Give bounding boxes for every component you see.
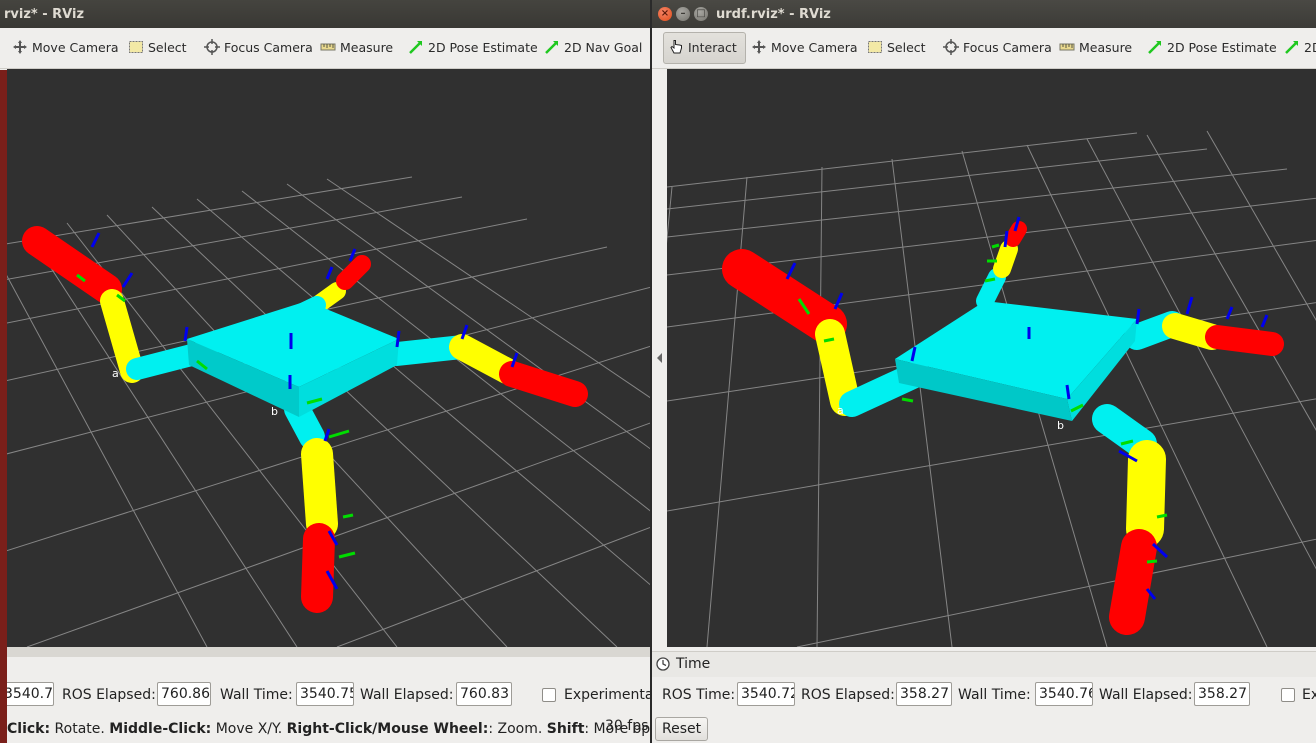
right-experimental-label: Ex bbox=[1302, 687, 1316, 703]
right-leg-a-upper bbox=[815, 319, 860, 416]
left-leg-d-upper bbox=[301, 438, 338, 540]
left-ros-time-field[interactable]: 3540.72 bbox=[0, 682, 54, 706]
left-leg-a-lower bbox=[22, 226, 122, 304]
right-select-tool[interactable]: Select bbox=[863, 36, 930, 60]
minimize-button[interactable]: – bbox=[676, 7, 690, 21]
right-ros-elapsed-label: ROS Elapsed: bbox=[801, 687, 895, 703]
right-ros-time-field[interactable]: 3540.72 bbox=[737, 682, 795, 706]
left-nav-goal-tool[interactable]: 2D Nav Goal bbox=[540, 36, 646, 60]
collapse-arrow-icon bbox=[657, 353, 662, 363]
hand-pointer-icon bbox=[670, 40, 682, 54]
left-measure-tool[interactable]: Measure bbox=[316, 36, 397, 60]
right-window-title: urdf.rviz* - RViz bbox=[716, 7, 831, 22]
left-splitter[interactable] bbox=[0, 647, 652, 657]
right-rviz-window: × – □ urdf.rviz* - RViz Interact Move Ca… bbox=[652, 0, 1316, 743]
right-toolbar: Interact Move Camera Select Focus Camera… bbox=[652, 28, 1316, 69]
left-select-tool[interactable]: Select bbox=[124, 36, 191, 60]
right-scene[interactable]: a b bbox=[652, 69, 1316, 648]
left-focus-camera-tool[interactable]: Focus Camera bbox=[200, 36, 317, 60]
right-dock-handle[interactable] bbox=[652, 69, 667, 647]
close-button[interactable]: × bbox=[658, 7, 672, 21]
left-leg-d-lower bbox=[301, 523, 335, 613]
select-icon bbox=[868, 41, 882, 53]
right-leg-d-lower bbox=[1109, 529, 1157, 635]
right-wall-time-label: Wall Time: bbox=[958, 687, 1031, 703]
right-frame-label-a: a bbox=[837, 404, 844, 417]
focus-camera-icon bbox=[204, 39, 220, 55]
right-ros-time-label: ROS Time: bbox=[662, 687, 736, 703]
green-arrow-icon bbox=[1285, 41, 1298, 54]
left-wall-elapsed-field[interactable]: 760.83 bbox=[456, 682, 512, 706]
left-window-title: rviz* - RViz bbox=[4, 7, 85, 22]
right-time-panel: ROS Time: 3540.72 ROS Elapsed: 358.27 Wa… bbox=[652, 677, 1316, 713]
select-icon bbox=[129, 41, 143, 53]
left-toolbar: Move Camera Select Focus Camera Measure … bbox=[0, 28, 652, 69]
green-arrow-icon bbox=[545, 41, 558, 54]
right-body bbox=[895, 301, 1137, 421]
left-titlebar[interactable]: rviz* - RViz bbox=[0, 0, 652, 28]
maximize-button[interactable]: □ bbox=[694, 7, 708, 21]
clock-icon bbox=[656, 657, 670, 671]
left-frame-label-a: a bbox=[112, 367, 119, 380]
left-leg-b-lower bbox=[336, 255, 371, 290]
right-experimental-checkbox[interactable] bbox=[1281, 688, 1295, 702]
right-interact-tool[interactable]: Interact bbox=[663, 32, 746, 64]
left-wall-time-field[interactable]: 3540.75 bbox=[296, 682, 354, 706]
ruler-icon bbox=[320, 43, 336, 51]
right-wall-elapsed-label: Wall Elapsed: bbox=[1099, 687, 1193, 703]
right-robot bbox=[722, 221, 1284, 635]
right-nav-goal-tool[interactable]: 2D bbox=[1280, 36, 1316, 60]
green-arrow-icon bbox=[409, 41, 422, 54]
left-ros-elapsed-label: ROS Elapsed: bbox=[62, 687, 156, 703]
right-wall-elapsed-field[interactable]: 358.27 bbox=[1194, 682, 1250, 706]
right-pose-estimate-tool[interactable]: 2D Pose Estimate bbox=[1143, 36, 1281, 60]
right-wall-time-field[interactable]: 3540.76 bbox=[1035, 682, 1093, 706]
left-scene[interactable]: a b bbox=[0, 69, 652, 648]
left-move-camera-tool[interactable]: Move Camera bbox=[8, 36, 123, 60]
left-leg-a-upper bbox=[100, 289, 144, 383]
left-rviz-window: rviz* - RViz Move Camera Select Focus Ca… bbox=[0, 0, 652, 743]
right-leg-d-upper bbox=[1126, 440, 1166, 548]
right-leg-c-lower bbox=[1205, 325, 1284, 356]
left-edge-strip bbox=[0, 70, 7, 743]
left-leg-c-upper bbox=[449, 334, 520, 384]
left-wall-elapsed-label: Wall Elapsed: bbox=[360, 687, 454, 703]
left-status-hint: Click: Rotate. Middle-Click: Move X/Y. R… bbox=[7, 721, 652, 737]
move-camera-icon bbox=[13, 40, 27, 54]
right-ros-elapsed-field[interactable]: 358.27 bbox=[896, 682, 952, 706]
left-body bbox=[187, 301, 399, 417]
right-3d-viewport[interactable]: a b bbox=[652, 69, 1316, 648]
right-move-camera-tool[interactable]: Move Camera bbox=[747, 36, 862, 60]
left-time-panel: 3540.72 ROS Elapsed: 760.86 Wall Time: 3… bbox=[0, 677, 652, 713]
right-focus-camera-tool[interactable]: Focus Camera bbox=[939, 36, 1056, 60]
right-time-panel-header: Time bbox=[652, 651, 1316, 678]
left-wall-time-label: Wall Time: bbox=[220, 687, 293, 703]
reset-button[interactable]: Reset bbox=[655, 717, 709, 741]
left-ros-elapsed-field[interactable]: 760.86 bbox=[157, 682, 211, 706]
window-divider bbox=[650, 0, 652, 743]
left-fps-label: 30 fps bbox=[605, 718, 649, 734]
left-3d-viewport[interactable]: a b bbox=[0, 69, 652, 648]
right-titlebar[interactable]: × – □ urdf.rviz* - RViz bbox=[652, 0, 1316, 28]
right-hip-d bbox=[1092, 404, 1157, 459]
time-panel-title: Time bbox=[676, 656, 711, 672]
right-leg-b-upper bbox=[993, 240, 1018, 278]
right-frame-label-b: b bbox=[1057, 419, 1064, 432]
left-experimental-label: Experimental bbox=[564, 687, 652, 703]
green-arrow-icon bbox=[1148, 41, 1161, 54]
right-measure-tool[interactable]: Measure bbox=[1055, 36, 1136, 60]
move-camera-icon bbox=[752, 40, 766, 54]
left-experimental-checkbox[interactable] bbox=[542, 688, 556, 702]
left-frame-label-b: b bbox=[271, 405, 278, 418]
left-leg-c-lower bbox=[499, 361, 588, 407]
focus-camera-icon bbox=[943, 39, 959, 55]
ruler-icon bbox=[1059, 43, 1075, 51]
left-pose-estimate-tool[interactable]: 2D Pose Estimate bbox=[404, 36, 542, 60]
